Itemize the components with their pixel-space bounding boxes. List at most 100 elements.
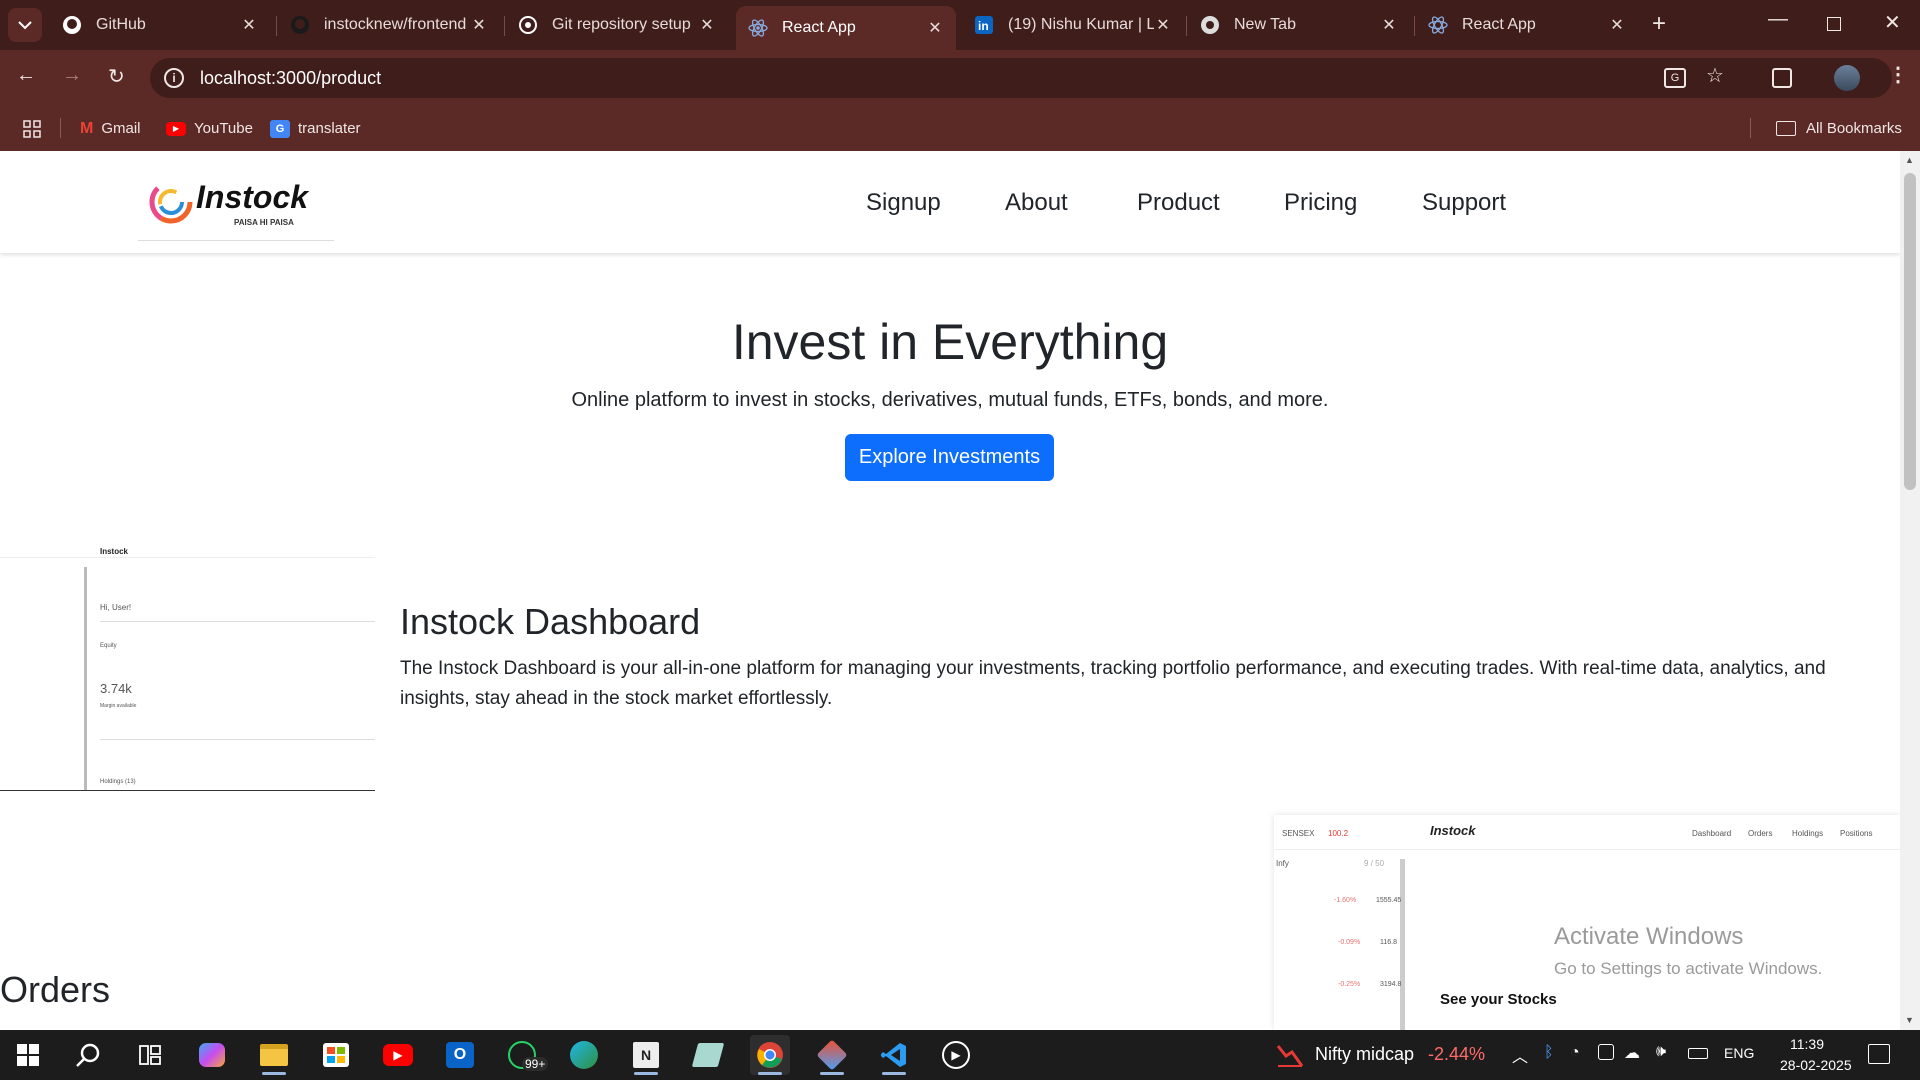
site-info-icon[interactable]: i: [164, 68, 184, 88]
tab-divider: [1186, 16, 1187, 36]
svg-text:in: in: [978, 19, 989, 33]
window-close-button[interactable]: ✕: [1884, 10, 1901, 35]
dashboard-section-title: Instock Dashboard: [400, 601, 701, 642]
media-player-icon[interactable]: ▶: [936, 1035, 976, 1075]
nav-product[interactable]: Product: [1137, 189, 1220, 217]
hero-subtitle: Online platform to invest in stocks, der…: [571, 389, 1329, 411]
task-view-icon[interactable]: [130, 1035, 170, 1075]
microsoft-store-icon[interactable]: [316, 1035, 356, 1075]
ticker-name[interactable]: Nifty midcap: [1315, 1044, 1414, 1065]
folder-icon: [1776, 121, 1796, 136]
back-arrow-icon[interactable]: ←: [16, 64, 36, 87]
tab-git-setup[interactable]: Git repository setup ✕: [506, 8, 728, 42]
tab-react-app-active[interactable]: React App ✕: [736, 6, 956, 50]
windows-taskbar: ▶ O 99+ N ▶ Nifty midcap -2.44% ︿ ᛒ ◔ ☁ …: [0, 1030, 1920, 1080]
browser-toolbar: ← → ↻ i localhost:3000/product G ☆ ⋮: [0, 50, 1920, 106]
apps-grid-icon[interactable]: [22, 106, 42, 151]
device-icon[interactable]: [1598, 1044, 1614, 1060]
bluetooth-icon[interactable]: ᛒ: [1544, 1044, 1554, 1062]
github-icon: [62, 15, 82, 35]
logo-swirl-icon: [149, 180, 193, 224]
close-icon[interactable]: ✕: [1608, 16, 1626, 34]
bookmark-star-icon[interactable]: ☆: [1706, 63, 1724, 88]
tab-divider: [504, 16, 505, 36]
nav-pricing[interactable]: Pricing: [1284, 189, 1357, 217]
vscode-icon[interactable]: [874, 1035, 914, 1075]
chevron-up-icon[interactable]: ︿: [1512, 1043, 1528, 1067]
bookmark-translater[interactable]: G translater: [270, 106, 361, 151]
url-text[interactable]: localhost:3000/product: [200, 68, 381, 89]
close-icon[interactable]: ✕: [470, 16, 488, 34]
scroll-down-arrow-icon[interactable]: ▼: [1905, 1015, 1914, 1025]
nav-signup[interactable]: Signup: [866, 189, 941, 217]
onedrive-cloud-icon[interactable]: ☁: [1624, 1043, 1640, 1063]
reload-icon[interactable]: ↻: [108, 64, 125, 89]
chevron-down-icon: [18, 21, 32, 30]
site-navbar: Instock PAISA HI PAISA Signup About Prod…: [0, 151, 1900, 253]
explore-investments-button[interactable]: Explore Investments: [845, 434, 1054, 481]
network-icon[interactable]: ◔: [1570, 1044, 1580, 1062]
bookmark-divider: [60, 118, 61, 138]
notification-icon[interactable]: [1868, 1044, 1890, 1064]
tab-search-button[interactable]: [8, 8, 42, 42]
extensions-icon[interactable]: [1772, 68, 1792, 88]
notepad-icon[interactable]: N: [626, 1035, 666, 1075]
github-icon: [290, 15, 310, 35]
volume-icon[interactable]: 🕪: [1656, 1043, 1666, 1061]
language-indicator[interactable]: ENG: [1724, 1045, 1754, 1061]
youtube-icon[interactable]: ▶: [378, 1035, 418, 1075]
translate-icon[interactable]: G: [1664, 68, 1686, 88]
close-icon[interactable]: ✕: [1380, 16, 1398, 34]
bookmark-gmail[interactable]: M Gmail: [80, 106, 141, 151]
scrollbar-thumb[interactable]: [1904, 173, 1916, 490]
copilot-icon[interactable]: [192, 1035, 232, 1075]
clock-date[interactable]: 28-02-2025: [1780, 1057, 1852, 1073]
clock-time[interactable]: 11:39: [1790, 1036, 1824, 1052]
editor-icon[interactable]: [688, 1035, 728, 1075]
nav-about[interactable]: About: [1005, 189, 1068, 217]
profile-avatar[interactable]: [1834, 65, 1860, 91]
close-icon[interactable]: ✕: [1154, 16, 1172, 34]
gmail-icon: M: [80, 119, 94, 137]
battery-icon[interactable]: [1688, 1048, 1708, 1059]
tab-instocknew[interactable]: instocknew/frontend ✕: [278, 8, 500, 42]
mini-scrollbar: [84, 567, 87, 790]
windows-start-icon[interactable]: [8, 1035, 48, 1075]
outlook-icon[interactable]: O: [440, 1035, 480, 1075]
tab-react-app[interactable]: React App ✕: [1416, 8, 1638, 42]
edge-icon[interactable]: [564, 1035, 604, 1075]
browser-tab-bar: GitHub ✕ instocknew/frontend ✕ Git repos…: [0, 0, 1920, 50]
web-page: Instock PAISA HI PAISA Signup About Prod…: [0, 151, 1900, 1030]
git-icon[interactable]: [812, 1035, 852, 1075]
close-icon[interactable]: ✕: [698, 16, 716, 34]
whatsapp-icon[interactable]: 99+: [502, 1035, 549, 1075]
close-icon[interactable]: ✕: [926, 19, 944, 37]
chrome-icon[interactable]: [750, 1035, 790, 1075]
close-icon[interactable]: ✕: [240, 16, 258, 34]
scroll-up-arrow-icon[interactable]: ▲: [1905, 155, 1914, 165]
nav-support[interactable]: Support: [1422, 189, 1506, 217]
react-icon: [1428, 15, 1448, 35]
tab-github[interactable]: GitHub ✕: [50, 8, 270, 42]
all-bookmarks[interactable]: All Bookmarks: [1776, 106, 1902, 151]
menu-icon[interactable]: ⋮: [1888, 62, 1908, 87]
restore-button[interactable]: [1827, 17, 1841, 31]
orders-section-title: Orders: [0, 969, 111, 1010]
new-tab-button[interactable]: +: [1652, 10, 1666, 38]
forward-arrow-icon[interactable]: →: [62, 64, 82, 87]
tab-new-tab[interactable]: New Tab ✕: [1188, 8, 1410, 42]
react-icon: [748, 18, 768, 38]
chatgpt-icon: [518, 15, 538, 35]
chrome-icon: [1200, 15, 1220, 35]
site-logo[interactable]: Instock PAISA HI PAISA: [138, 171, 334, 241]
dashboard-section-description: The Instock Dashboard is your all-in-one…: [400, 658, 1826, 709]
hero-title: Invest in Everything: [731, 314, 1169, 370]
file-explorer-icon[interactable]: [254, 1035, 294, 1075]
address-bar[interactable]: i localhost:3000/product: [150, 58, 1892, 98]
google-translate-icon: G: [270, 119, 290, 138]
page-scrollbar[interactable]: ▲ ▼: [1900, 151, 1920, 1030]
tab-linkedin[interactable]: in (19) Nishu Kumar | Li ✕: [962, 8, 1184, 42]
bookmark-youtube[interactable]: ▶ YouTube: [166, 106, 253, 151]
minimize-button[interactable]: —: [1768, 8, 1788, 31]
search-icon[interactable]: [68, 1035, 108, 1075]
